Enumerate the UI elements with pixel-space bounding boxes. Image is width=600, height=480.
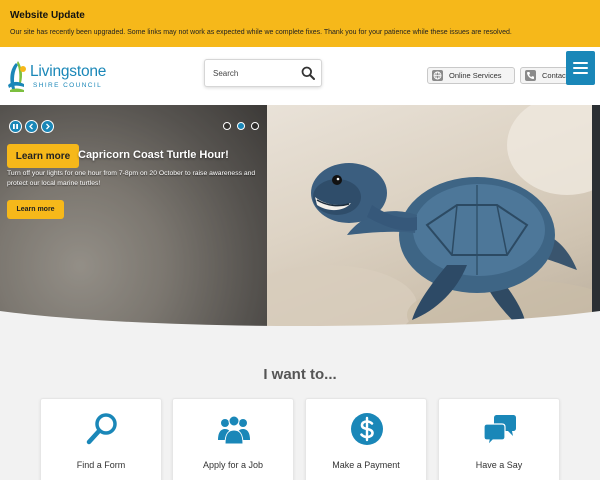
have-a-say-card[interactable]: Have a Say	[438, 398, 560, 480]
apply-for-a-job-label: Apply for a Job	[202, 460, 264, 470]
i-want-to-section: I want to... Find a Form Apply for a Job…	[0, 311, 600, 480]
alert-title: Website Update	[10, 10, 85, 21]
council-logo[interactable]: Livingstone SHIRE COUNCIL	[6, 59, 116, 95]
logo-name: Livingstone	[30, 63, 107, 80]
search-input[interactable]	[205, 60, 295, 86]
hero-slider: Learn more Capricorn Coast Turtle Hour! …	[0, 105, 600, 335]
hamburger-icon	[573, 62, 588, 64]
make-a-payment-label: Make a Payment	[332, 460, 400, 470]
website-update-banner: Website Update Our site has recently bee…	[0, 0, 600, 47]
online-services-label: Online Services	[449, 71, 502, 80]
site-header: Livingstone SHIRE COUNCIL Online Service…	[0, 47, 600, 105]
hero-curve-divider	[0, 311, 600, 337]
slide-indicators	[223, 122, 259, 130]
speech-bubbles-icon	[483, 415, 516, 446]
magnifier-icon	[86, 413, 117, 445]
slider-controls	[9, 120, 54, 133]
phone-icon	[525, 70, 536, 81]
logo-mark-icon	[8, 61, 26, 92]
learn-more-small-button[interactable]: Learn more	[7, 200, 64, 219]
hero-description: Turn off your lights for one hour from 7…	[7, 170, 256, 187]
slide-dot-1[interactable]	[223, 122, 231, 130]
chevron-right-icon[interactable]	[41, 120, 54, 133]
find-a-form-label: Find a Form	[76, 460, 126, 470]
find-a-form-card[interactable]: Find a Form	[40, 398, 162, 480]
hero-title: Capricorn Coast Turtle Hour!	[78, 149, 229, 161]
logo-subtitle: SHIRE COUNCIL	[33, 82, 103, 89]
learn-more-button[interactable]: Learn more	[7, 144, 79, 168]
alert-message: Our site has recently been upgraded. Som…	[10, 29, 512, 36]
make-a-payment-card[interactable]: Make a Payment	[305, 398, 427, 480]
turtle-hatchling-image	[267, 105, 600, 335]
slide-dot-2[interactable]	[237, 122, 245, 130]
pause-icon[interactable]	[9, 120, 22, 133]
section-title: I want to...	[263, 366, 337, 383]
search-box	[204, 59, 322, 87]
online-services-button[interactable]: Online Services	[427, 67, 515, 84]
menu-button[interactable]	[566, 51, 595, 85]
slide-dot-3[interactable]	[251, 122, 259, 130]
people-icon	[218, 415, 250, 445]
chevron-left-icon[interactable]	[25, 120, 38, 133]
apply-for-a-job-card[interactable]: Apply for a Job	[172, 398, 294, 480]
search-icon[interactable]	[301, 66, 315, 80]
dollar-icon	[351, 413, 383, 445]
globe-icon	[432, 70, 443, 81]
have-a-say-label: Have a Say	[475, 460, 523, 470]
